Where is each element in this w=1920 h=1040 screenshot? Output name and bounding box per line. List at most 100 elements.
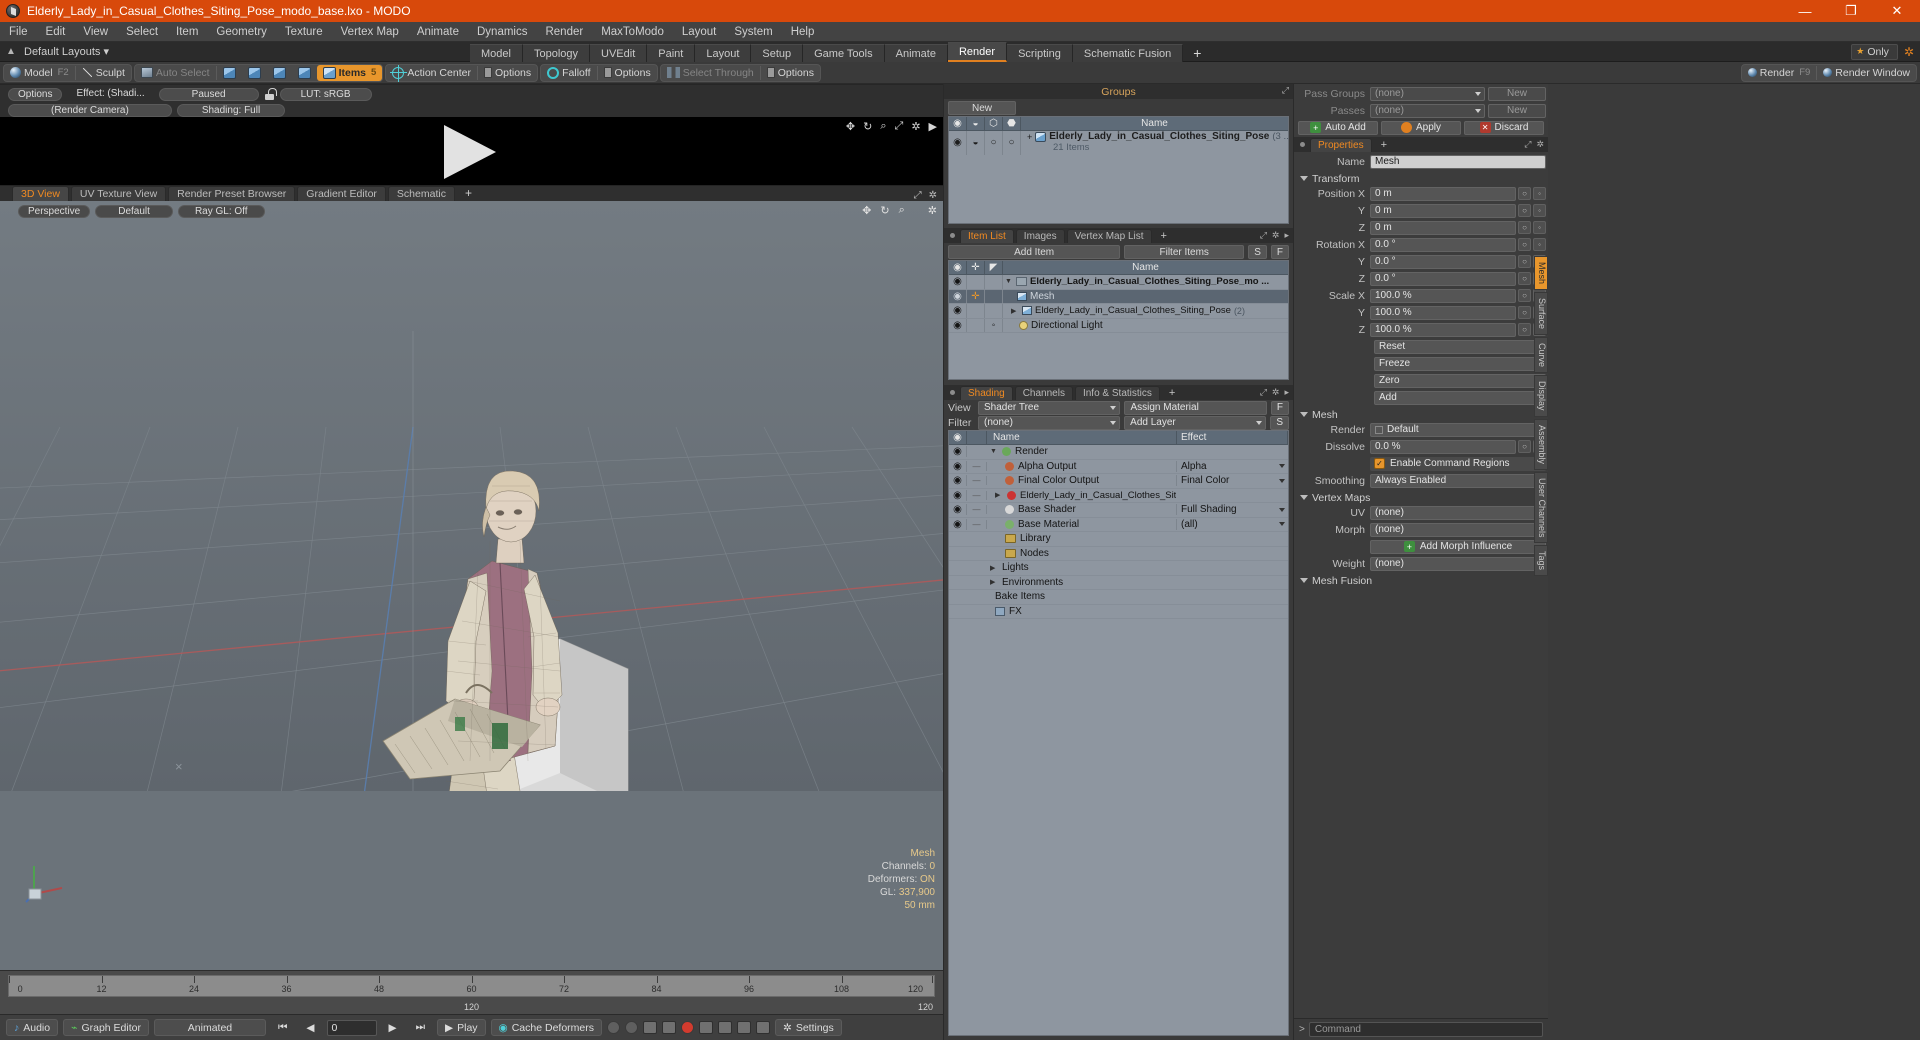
row-shade-toggle[interactable] <box>985 304 1003 318</box>
side-tab-user-channels[interactable]: User Channels <box>1534 471 1548 544</box>
weight-dropdown[interactable]: (none) <box>1370 556 1546 571</box>
minimize-button[interactable]: — <box>1782 0 1828 22</box>
select-through-button[interactable]: Select Through <box>661 65 760 81</box>
panel-tab-item-list[interactable]: Item List <box>960 228 1014 243</box>
add-layer-dropdown[interactable]: Add Layer <box>1124 415 1267 430</box>
menu-item-view[interactable]: View <box>74 22 117 42</box>
cache-deformers-button[interactable]: ◉ Cache Deformers <box>490 1019 602 1036</box>
position-x-animate-button[interactable]: ○ <box>1518 187 1531 200</box>
position-z-key-button[interactable]: ◦ <box>1533 221 1546 234</box>
column-eye-icon[interactable]: ◉ <box>949 260 967 275</box>
scale-x-field[interactable]: 100.0 % <box>1370 288 1516 303</box>
column-eye-icon[interactable]: ◉ <box>949 116 967 131</box>
column-eye-icon[interactable]: ◉ <box>949 431 967 445</box>
scale-y-animate-button[interactable]: ○ <box>1518 306 1531 319</box>
rotation-z-field[interactable]: 0.0 ° <box>1370 271 1516 286</box>
row-lock-toggle[interactable]: ✛ <box>967 289 985 303</box>
shader-tree-table[interactable]: ◉ Name Effect ◉ ▼ Render ◉ — Alpha Outpu… <box>948 430 1289 1036</box>
freeze-dropdown[interactable]: Freeze <box>1374 356 1546 371</box>
shader-tree-dropdown[interactable]: Shader Tree <box>978 400 1121 415</box>
column-shade-icon[interactable]: ◒ <box>967 116 985 131</box>
zoom-icon[interactable]: ⌕ <box>880 120 886 133</box>
rotation-x-key-button[interactable]: ◦ <box>1533 238 1546 251</box>
expander-icon[interactable]: ▶ <box>1011 307 1019 315</box>
scale-y-field[interactable]: 100.0 % <box>1370 305 1516 320</box>
play-button[interactable]: ▶ Play <box>437 1019 486 1036</box>
items-mode-button[interactable]: Items 5 <box>316 64 383 81</box>
step-forward-button[interactable]: ▶ <box>382 1019 404 1036</box>
more-icon[interactable]: ▶ <box>929 120 937 133</box>
row-eye-toggle[interactable]: ◉ <box>949 289 967 303</box>
mesh-dissolve-field[interactable]: 0.0 % <box>1370 439 1516 454</box>
shader-tree-row[interactable]: ◉ — Final Color Output Final Color <box>949 474 1288 489</box>
expander-icon[interactable]: ▶ <box>990 578 998 586</box>
menu-item-select[interactable]: Select <box>117 22 167 42</box>
zoom-icon[interactable]: ⌕ <box>899 204 905 217</box>
key-filter-icon[interactable] <box>737 1021 751 1034</box>
falloff-options-button[interactable]: Options <box>598 65 657 81</box>
row-eye-toggle[interactable]: ◉ <box>949 275 967 289</box>
rotate-icon[interactable]: ↻ <box>863 120 872 133</box>
timeline[interactable]: 0 12 24 36 48 60 72 84 96 108 120 120 12… <box>0 970 943 1014</box>
command-input[interactable]: Command <box>1308 1022 1543 1037</box>
polygon-mode-button[interactable] <box>267 65 292 81</box>
groups-row[interactable]: ◉ ◒ ○ ○ + Elderly_Lady_in_Casual_Clothes… <box>949 131 1288 155</box>
add-item-button[interactable]: Add Item <box>948 244 1121 259</box>
row-eye-toggle[interactable]: ◉ <box>949 489 967 501</box>
side-tab-tags[interactable]: Tags <box>1534 545 1548 577</box>
column-shade-icon[interactable]: ◤ <box>985 260 1003 275</box>
gear-icon[interactable]: ✲ <box>1272 230 1280 241</box>
playback-toggle-1[interactable] <box>607 1021 620 1034</box>
shader-tree-row[interactable]: Library <box>949 532 1288 547</box>
viewport-tab-gradient-editor[interactable]: Gradient Editor <box>297 186 386 201</box>
layout-tab-setup[interactable]: Setup <box>751 43 804 62</box>
playback-toggle-2[interactable] <box>625 1021 638 1034</box>
panel-tab-channels[interactable]: Channels <box>1014 385 1073 400</box>
menu-item-item[interactable]: Item <box>167 22 207 42</box>
position-z-animate-button[interactable]: ○ <box>1518 221 1531 234</box>
panel-tab-vertex-map-list[interactable]: Vertex Map List <box>1066 228 1152 243</box>
shader-tree-row[interactable]: ▶ Environments <box>949 576 1288 590</box>
vertex-mode-button[interactable] <box>217 65 242 81</box>
record-button[interactable] <box>681 1021 694 1034</box>
rotate-icon[interactable]: ↻ <box>880 204 889 217</box>
panel-tab-shading[interactable]: Shading <box>960 385 1013 400</box>
row-eye-toggle[interactable]: ◉ <box>949 460 967 472</box>
row-eye-toggle[interactable]: ◉ <box>949 304 967 318</box>
preview-lut-button[interactable]: LUT: sRGB <box>279 87 372 101</box>
row-shade-toggle[interactable]: ◒ <box>967 131 985 155</box>
groups-list[interactable]: ◉ ◒ ⬡ ⬣ Name ◉ ◒ ○ ○ + Elderly_Lady_in_C… <box>948 116 1289 224</box>
layout-tab-animate[interactable]: Animate <box>884 43 948 62</box>
position-y-field[interactable]: 0 m <box>1370 203 1516 218</box>
row-eye-toggle[interactable]: ◉ <box>949 318 967 332</box>
vertex-maps-section-header[interactable]: Vertex Maps <box>1296 490 1546 505</box>
shader-tree-row[interactable]: Bake Items <box>949 590 1288 605</box>
key-out-icon[interactable] <box>662 1021 676 1034</box>
layout-tab-model[interactable]: Model <box>470 43 523 62</box>
reset-dropdown[interactable]: Reset <box>1374 339 1546 354</box>
add-panel-tab-button[interactable]: + <box>1154 229 1174 243</box>
menu-item-edit[interactable]: Edit <box>37 22 75 42</box>
chevron-down-icon[interactable] <box>1279 507 1285 512</box>
expander-icon[interactable]: ▼ <box>1005 278 1013 285</box>
expand-icon[interactable]: ⤢ <box>1282 85 1289 96</box>
layout-tab-uvedit[interactable]: UVEdit <box>590 43 648 62</box>
morph-dropdown[interactable]: (none) <box>1370 522 1546 537</box>
edge-mode-button[interactable] <box>242 65 267 81</box>
row-eye-toggle[interactable]: ◉ <box>949 504 967 516</box>
render-window-button[interactable]: Render Window <box>1817 65 1916 81</box>
item-list-row[interactable]: ◉ ▼ Elderly_Lady_in_Casual_Clothes_Sitin… <box>949 275 1288 290</box>
mesh-section-header[interactable]: Mesh <box>1296 407 1546 422</box>
menu-item-maxtomodo[interactable]: MaxToModo <box>592 22 673 42</box>
select-through-options-button[interactable]: Options <box>761 65 820 81</box>
go-to-start-button[interactable]: ⏮ <box>271 1019 294 1036</box>
maximize-button[interactable]: ❐ <box>1828 0 1874 22</box>
panel-tab-info-statistics[interactable]: Info & Statistics <box>1074 385 1160 400</box>
expand-icon[interactable]: ⤢ <box>1524 139 1531 150</box>
preview-effect-label[interactable]: Effect: (Shadi... <box>67 88 153 101</box>
row-eye-toggle[interactable]: ◉ <box>949 518 967 530</box>
step-back-button[interactable]: ◀ <box>299 1019 321 1036</box>
material-mode-button[interactable] <box>292 65 317 81</box>
fit-icon[interactable]: ⤢ <box>895 120 904 133</box>
pass-groups-dropdown[interactable]: (none) <box>1370 86 1485 101</box>
